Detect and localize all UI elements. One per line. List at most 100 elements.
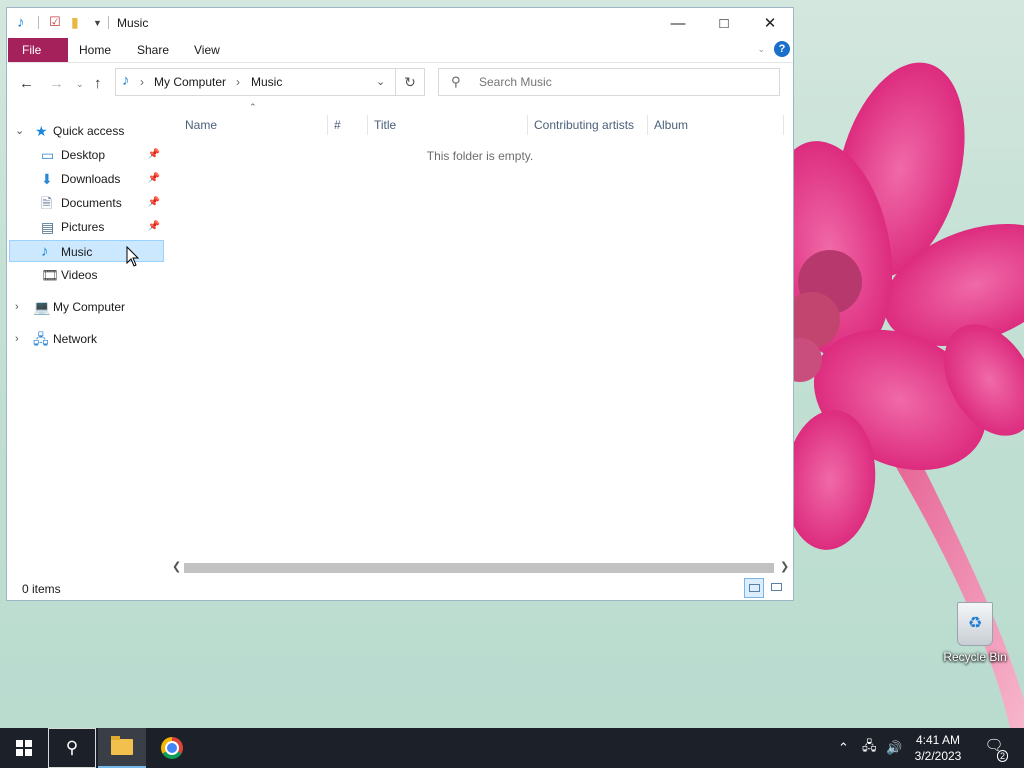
start-button[interactable] xyxy=(0,728,48,768)
help-icon[interactable]: ? xyxy=(774,41,790,57)
scroll-left-icon[interactable]: ❮ xyxy=(172,560,181,573)
sidebar-item-desktop[interactable]: ▭ Desktop 📌 xyxy=(9,144,164,166)
window-title: Music xyxy=(117,16,149,30)
expand-icon[interactable]: › xyxy=(15,328,19,350)
taskbar-file-explorer[interactable] xyxy=(98,728,146,768)
tab-file[interactable]: File xyxy=(8,38,68,62)
sidebar-item-downloads[interactable]: ⬇ Downloads 📌 xyxy=(9,168,164,190)
music-icon: ♪ xyxy=(41,243,49,260)
back-icon[interactable]: ← xyxy=(19,75,34,92)
videos-icon: 🎞 xyxy=(41,267,59,283)
taskbar-search-button[interactable]: ⚲ xyxy=(48,728,96,768)
search-icon: ⚲ xyxy=(65,738,79,757)
column-divider[interactable] xyxy=(367,115,368,135)
sidebar-item-label: Downloads xyxy=(61,172,121,186)
up-icon[interactable]: ↑ xyxy=(94,75,102,92)
ribbon-expand-icon[interactable]: ⌄ xyxy=(757,44,765,55)
quick-access[interactable]: ⌄ ★ Quick access xyxy=(9,120,164,142)
column-header-title[interactable]: Title xyxy=(374,113,524,137)
new-folder-icon[interactable]: ▮ xyxy=(71,14,79,31)
column-divider[interactable] xyxy=(783,115,784,135)
details-view-button[interactable] xyxy=(744,578,764,598)
sidebar-item-music[interactable]: ♪ Music xyxy=(9,240,164,262)
address-dropdown-icon[interactable]: ⌄ xyxy=(376,75,385,88)
large-icons-view-button[interactable] xyxy=(767,578,787,598)
horizontal-scrollbar[interactable]: ❮ ❯ xyxy=(167,560,793,576)
address-bar[interactable]: ♪ › My Computer › Music ⌄ ↻ xyxy=(115,68,425,96)
taskbar-chrome[interactable] xyxy=(148,728,196,768)
refresh-button[interactable]: ↻ xyxy=(395,69,424,95)
forward-icon[interactable]: → xyxy=(49,75,64,92)
maximize-button[interactable]: □ xyxy=(701,8,747,38)
sidebar-item-documents[interactable]: 🗎 Documents 📌 xyxy=(9,192,164,214)
chrome-icon xyxy=(161,737,183,759)
breadcrumb-music[interactable]: Music xyxy=(251,75,282,89)
notification-count: 2 xyxy=(996,750,1008,762)
column-header-name[interactable]: Name xyxy=(185,113,325,137)
sidebar-item-label: Network xyxy=(53,332,98,346)
column-header-contributing-artists[interactable]: Contributing artists xyxy=(534,113,649,137)
expand-icon[interactable]: ⌄ xyxy=(15,120,24,142)
item-count: 0 items xyxy=(22,582,61,596)
breadcrumb-separator-icon: › xyxy=(140,75,144,89)
column-divider[interactable] xyxy=(327,115,328,135)
sidebar-item-label: Music xyxy=(61,245,93,259)
tab-view[interactable]: View xyxy=(182,38,232,62)
pin-icon[interactable]: 📌 xyxy=(148,192,160,214)
pin-icon[interactable]: 📌 xyxy=(148,216,160,238)
minimize-icon: — xyxy=(670,14,686,32)
qat-dropdown-icon[interactable]: ▼ xyxy=(93,18,102,28)
scroll-right-icon[interactable]: ❯ xyxy=(780,560,789,573)
recycle-bin-shortcut[interactable]: Recycle Bin xyxy=(940,600,1010,664)
clock[interactable]: 4:41 AM 3/2/2023 xyxy=(902,732,974,764)
clock-date: 3/2/2023 xyxy=(914,749,962,763)
pin-icon[interactable]: 📌 xyxy=(148,144,160,166)
tab-home[interactable]: Home xyxy=(67,38,123,62)
status-bar: 0 items xyxy=(7,578,793,600)
recent-locations-icon[interactable]: ⌄ xyxy=(76,79,84,90)
ribbon: File Home Share View ⌄ ? xyxy=(7,38,793,63)
windows-logo-icon xyxy=(16,740,32,756)
music-location-icon: ♪ xyxy=(122,72,130,89)
search-box[interactable]: ⚲ xyxy=(438,68,780,96)
details-view-icon xyxy=(749,584,760,592)
pictures-icon: ▤ xyxy=(41,219,55,235)
sidebar-item-my-computer[interactable]: › 💻 My Computer xyxy=(9,296,164,318)
action-center-button[interactable]: 🗨 2 xyxy=(982,736,1008,762)
sidebar-item-videos[interactable]: 🎞 Videos xyxy=(9,264,164,286)
sidebar-item-label: My Computer xyxy=(53,300,126,314)
show-hidden-icons-button[interactable]: ⌃ xyxy=(838,728,849,768)
pin-icon[interactable]: 📌 xyxy=(148,168,160,190)
sidebar-item-pictures[interactable]: ▤ Pictures 📌 xyxy=(9,216,164,238)
chevron-up-icon: ⌃ xyxy=(838,740,849,755)
properties-icon[interactable]: ☑ xyxy=(49,14,61,30)
taskbar: ⚲ ⌃ 🖧 🔊 4:41 AM 3/2/2023 🗨 2 xyxy=(0,728,1024,768)
star-icon: ★ xyxy=(35,123,48,139)
minimize-button[interactable]: — xyxy=(655,8,701,38)
close-button[interactable]: ✕ xyxy=(747,8,793,38)
title-bar[interactable]: ♪ ☑ ▮ ▼ Music — □ ✕ xyxy=(7,8,793,38)
search-input[interactable] xyxy=(477,74,761,90)
expand-icon[interactable]: › xyxy=(15,296,19,318)
sidebar-item-label: Desktop xyxy=(61,148,106,162)
qat-separator xyxy=(38,16,39,29)
recycle-bin-icon xyxy=(957,602,993,646)
refresh-icon: ↻ xyxy=(404,73,416,90)
title-separator xyxy=(108,16,109,29)
sidebar-item-network[interactable]: › 🖧 Network xyxy=(9,328,164,350)
column-header-album[interactable]: Album xyxy=(654,113,774,137)
tab-share[interactable]: Share xyxy=(125,38,181,62)
desktop-icon: ▭ xyxy=(41,147,55,163)
column-divider[interactable] xyxy=(527,115,528,135)
column-header-number[interactable]: # xyxy=(334,113,364,137)
scrollbar-thumb[interactable] xyxy=(184,563,774,573)
empty-folder-message: This folder is empty. xyxy=(426,149,534,163)
maximize-icon: □ xyxy=(719,14,729,32)
network-tray-button[interactable]: 🖧 xyxy=(862,728,877,768)
file-list[interactable]: ⌃ Name # Title Contributing artists Albu… xyxy=(167,102,793,573)
recycle-bin-label: Recycle Bin xyxy=(943,650,1007,664)
volume-tray-button[interactable]: 🔊 xyxy=(886,728,902,768)
breadcrumb-my-computer[interactable]: My Computer xyxy=(154,75,226,89)
network-icon: 🖧 xyxy=(33,331,49,347)
column-divider[interactable] xyxy=(647,115,648,135)
